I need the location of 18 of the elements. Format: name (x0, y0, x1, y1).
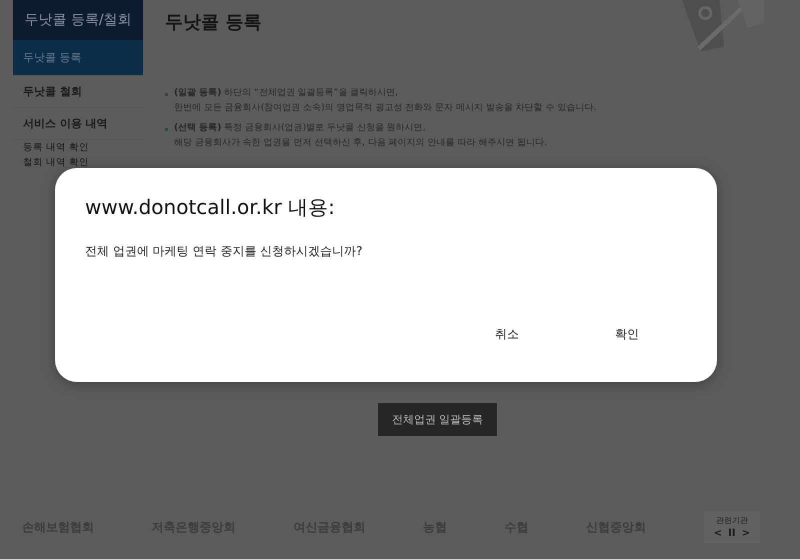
sidebar-item[interactable]: 서비스 이용 내역 (13, 108, 143, 140)
cancel-button[interactable]: 취소 (487, 320, 527, 349)
sidebar-title: 두낫콜 등록/철회 (13, 0, 143, 40)
bullet-icon (165, 93, 168, 96)
sidebar-item[interactable]: 두낫콜 등록 (13, 40, 143, 76)
sidebar-item[interactable]: 두낫콜 철회 (13, 76, 143, 108)
confirm-button[interactable]: 확인 (607, 320, 647, 349)
register-all-button[interactable]: 전체업권 일괄등록 (378, 403, 498, 436)
dialog-message: 전체 업권에 마케팅 연락 중지를 신청하시겠습니까? (85, 243, 364, 260)
sidebar-subitem[interactable]: 철회 내역 확인 (13, 155, 143, 170)
sidebar-subitem[interactable]: 등록 내역 확인 (13, 140, 143, 155)
pause-button[interactable]: II (726, 528, 738, 539)
page-title: 두낫콜 등록 (165, 11, 262, 34)
related-label: 관련기관 (716, 515, 748, 526)
next-button[interactable]: > (740, 528, 752, 539)
previous-button[interactable]: < (712, 528, 724, 539)
dialog-title: www.donotcall.or.kr 내용: (85, 194, 336, 221)
bullet-icon (165, 128, 168, 131)
